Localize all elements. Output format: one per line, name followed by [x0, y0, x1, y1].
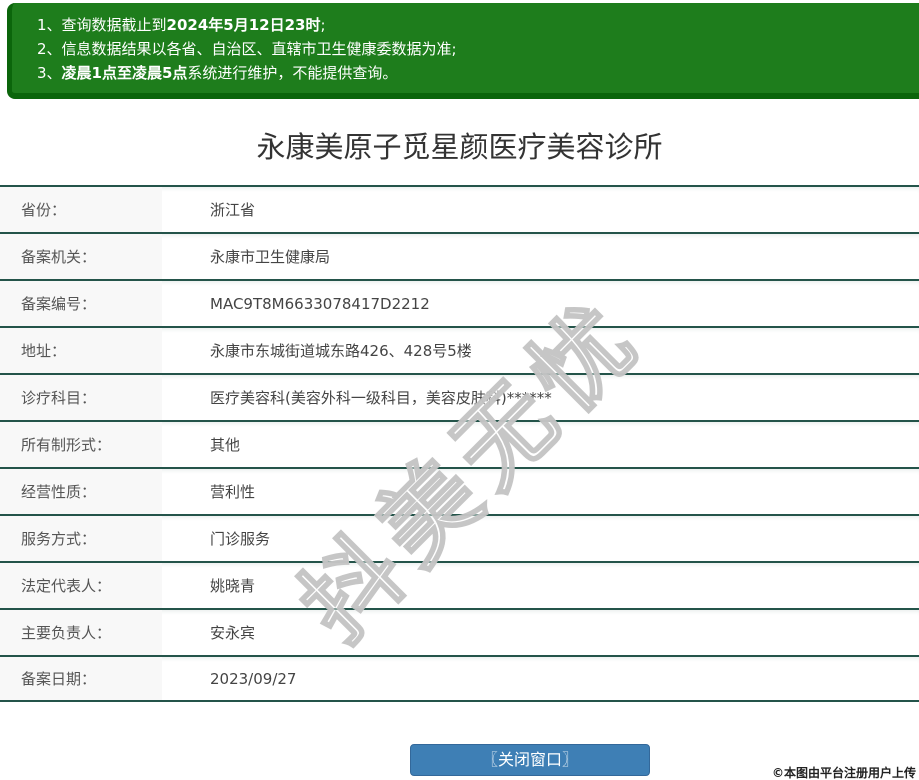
row-label: 主要负责人：: [0, 610, 162, 655]
row-label: 所有制形式：: [0, 422, 162, 467]
notice-segment-bold: 凌晨1点至凌晨5点: [61, 64, 188, 82]
row-value: 2023/09/27: [210, 669, 297, 688]
notice-banner: 1、查询数据截止到2024年5月12日23时; 2、信息数据结果以各省、自治区、直…: [7, 3, 919, 99]
row-label: 诊疗科目：: [0, 375, 162, 420]
notice-line-3: 3、凌晨1点至凌晨5点系统进行维护，不能提供查询。: [37, 61, 907, 85]
page-title: 永康美原子觅星颜医疗美容诊所: [256, 130, 663, 164]
row-value: 浙江省: [210, 201, 256, 219]
row-label: 服务方式：: [0, 516, 162, 561]
row-value: 营利性: [210, 483, 256, 501]
table-row: 经营性质： 营利性: [0, 467, 919, 514]
notice-segment: ;: [320, 16, 326, 34]
row-value: 其他: [210, 436, 241, 454]
notice-segment: 1、查询数据截止到: [37, 16, 167, 34]
row-label: 经营性质：: [0, 469, 162, 514]
row-label: 备案机关：: [0, 234, 162, 279]
table-row: 备案编号： MAC9T8M6633078417D2212: [0, 279, 919, 326]
row-value: 永康市东城街道城东路426、428号5楼: [210, 342, 472, 360]
notice-segment: 2、信息数据结果以各省、自治区、直辖市卫生健康委数据为准;: [37, 40, 457, 58]
notice-segment-bold: 2024年5月12日23时: [166, 16, 321, 34]
row-value: 门诊服务: [210, 530, 271, 548]
table-row: 备案日期： 2023/09/27: [0, 655, 919, 702]
row-value: 永康市卫生健康局: [210, 248, 331, 266]
notice-segment: 系统进行维护，不能提供查询。: [187, 64, 398, 82]
notice-segment: 3、: [37, 64, 62, 82]
notice-line-1: 1、查询数据截止到2024年5月12日23时;: [37, 13, 907, 37]
table-row: 主要负责人： 安永宾: [0, 608, 919, 655]
table-row: 省份： 浙江省: [0, 185, 919, 232]
row-label: 地址：: [0, 328, 162, 373]
table-row: 地址： 永康市东城街道城东路426、428号5楼: [0, 326, 919, 373]
table-row: 所有制形式： 其他: [0, 420, 919, 467]
row-value: MAC9T8M6633078417D2212: [210, 294, 430, 313]
table-row: 备案机关： 永康市卫生健康局: [0, 232, 919, 279]
row-label: 备案日期：: [0, 657, 162, 700]
row-label: 备案编号：: [0, 281, 162, 326]
row-value: 安永宾: [210, 624, 256, 642]
row-value: 姚晓青: [210, 577, 256, 595]
close-window-button[interactable]: 〖关闭窗口〗: [410, 744, 650, 776]
table-row: 法定代表人： 姚晓青: [0, 561, 919, 608]
table-row: 服务方式： 门诊服务: [0, 514, 919, 561]
attribution-note: ©本图由平台注册用户上传: [771, 766, 916, 780]
row-label: 省份：: [0, 187, 162, 232]
row-label: 法定代表人：: [0, 563, 162, 608]
notice-line-2: 2、信息数据结果以各省、自治区、直辖市卫生健康委数据为准;: [37, 37, 907, 61]
row-value: 医疗美容科(美容外科一级科目，美容皮肤科)******: [210, 389, 552, 407]
record-table: 省份： 浙江省备案机关： 永康市卫生健康局备案编号： MAC9T8M663307841…: [0, 185, 919, 702]
table-row: 诊疗科目： 医疗美容科(美容外科一级科目，美容皮肤科)******: [0, 373, 919, 420]
